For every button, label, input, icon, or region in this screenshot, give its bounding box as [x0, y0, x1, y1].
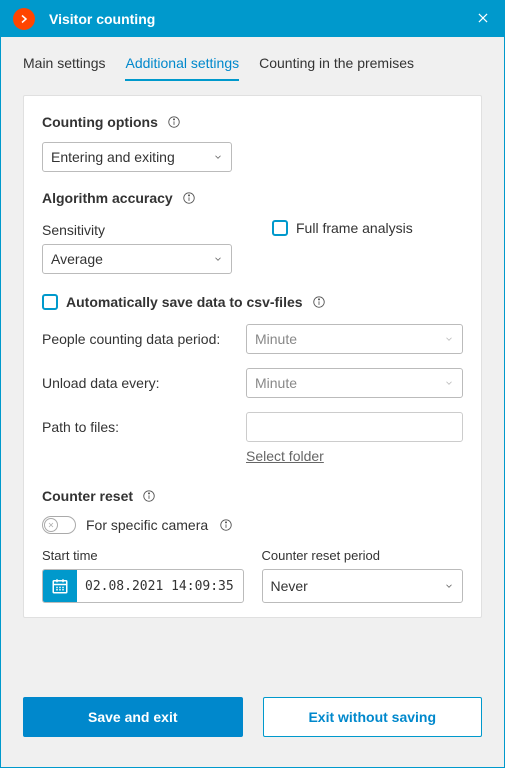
counting-options-title-text: Counting options — [42, 114, 158, 130]
path-row: Path to files: — [42, 412, 463, 442]
for-specific-camera-row: For specific camera — [42, 516, 463, 534]
tab-counting-premises[interactable]: Counting in the premises — [259, 55, 414, 81]
unload-label: Unload data every: — [42, 375, 232, 391]
titlebar: Visitor counting — [1, 1, 504, 37]
counting-options-title: Counting options — [42, 114, 463, 130]
counting-options-select[interactable]: Entering and exiting — [42, 142, 232, 172]
full-frame-label: Full frame analysis — [296, 220, 413, 236]
exit-without-saving-button[interactable]: Exit without saving — [263, 697, 483, 737]
select-folder-link[interactable]: Select folder — [246, 448, 324, 464]
titlebar-title: Visitor counting — [49, 11, 474, 27]
save-and-exit-button[interactable]: Save and exit — [23, 697, 243, 737]
period-select[interactable]: Minute — [246, 324, 463, 354]
sensitivity-select[interactable]: Average — [42, 244, 232, 274]
visitor-counting-dialog: Visitor counting Main settings Additiona… — [0, 0, 505, 768]
start-time-label: Start time — [42, 548, 244, 563]
info-icon[interactable] — [218, 517, 234, 533]
reset-period-label: Counter reset period — [262, 548, 464, 563]
for-specific-camera-label: For specific camera — [86, 517, 208, 533]
for-specific-camera-toggle[interactable] — [42, 516, 76, 534]
checkbox-box — [42, 294, 58, 310]
counter-reset-title: Counter reset — [42, 488, 463, 504]
path-label: Path to files: — [42, 419, 232, 435]
datetime-row: Start time 02.08.20 — [42, 548, 463, 603]
close-button[interactable] — [474, 9, 492, 30]
info-icon[interactable] — [311, 294, 327, 310]
app-icon — [13, 8, 35, 30]
path-input[interactable] — [246, 412, 463, 442]
content-area: Counting options Entering and exiting Al… — [1, 81, 504, 687]
footer: Save and exit Exit without saving — [1, 687, 504, 767]
info-icon[interactable] — [141, 488, 157, 504]
full-frame-checkbox[interactable]: Full frame analysis — [272, 220, 413, 236]
tab-main-settings[interactable]: Main settings — [23, 55, 105, 81]
start-time-input[interactable]: 02.08.2021 14:09:35 — [42, 569, 244, 603]
select-folder-row: Select folder — [42, 448, 463, 464]
sensitivity-label: Sensitivity — [42, 222, 232, 238]
period-value: Minute — [255, 331, 297, 347]
chevron-down-icon — [444, 578, 454, 594]
start-time-col: Start time 02.08.20 — [42, 548, 244, 603]
algorithm-row: Sensitivity Average Full frame analysis — [42, 218, 463, 274]
toggle-knob — [44, 518, 58, 532]
counter-reset-title-text: Counter reset — [42, 488, 133, 504]
algorithm-accuracy-title: Algorithm accuracy — [42, 190, 463, 206]
info-icon[interactable] — [166, 114, 182, 130]
calendar-icon — [43, 570, 77, 602]
settings-panel: Counting options Entering and exiting Al… — [23, 95, 482, 618]
tab-additional-settings[interactable]: Additional settings — [125, 55, 239, 81]
reset-period-value: Never — [271, 578, 308, 594]
counting-options-value: Entering and exiting — [51, 149, 175, 165]
period-row: People counting data period: Minute — [42, 324, 463, 354]
reset-period-col: Counter reset period Never — [262, 548, 464, 603]
info-icon[interactable] — [181, 190, 197, 206]
chevron-down-icon — [444, 375, 454, 391]
unload-select[interactable]: Minute — [246, 368, 463, 398]
chevron-down-icon — [444, 331, 454, 347]
reset-period-select[interactable]: Never — [262, 569, 464, 603]
period-label: People counting data period: — [42, 331, 232, 347]
autosave-label: Automatically save data to csv-files — [66, 294, 303, 310]
sensitivity-value: Average — [51, 251, 103, 267]
checkbox-box — [272, 220, 288, 236]
unload-value: Minute — [255, 375, 297, 391]
chevron-down-icon — [213, 251, 223, 267]
start-time-value: 02.08.2021 14:09:35 — [77, 570, 243, 602]
chevron-down-icon — [213, 149, 223, 165]
algorithm-accuracy-title-text: Algorithm accuracy — [42, 190, 173, 206]
autosave-checkbox[interactable]: Automatically save data to csv-files — [42, 294, 463, 310]
unload-row: Unload data every: Minute — [42, 368, 463, 398]
tabs: Main settings Additional settings Counti… — [1, 37, 504, 81]
